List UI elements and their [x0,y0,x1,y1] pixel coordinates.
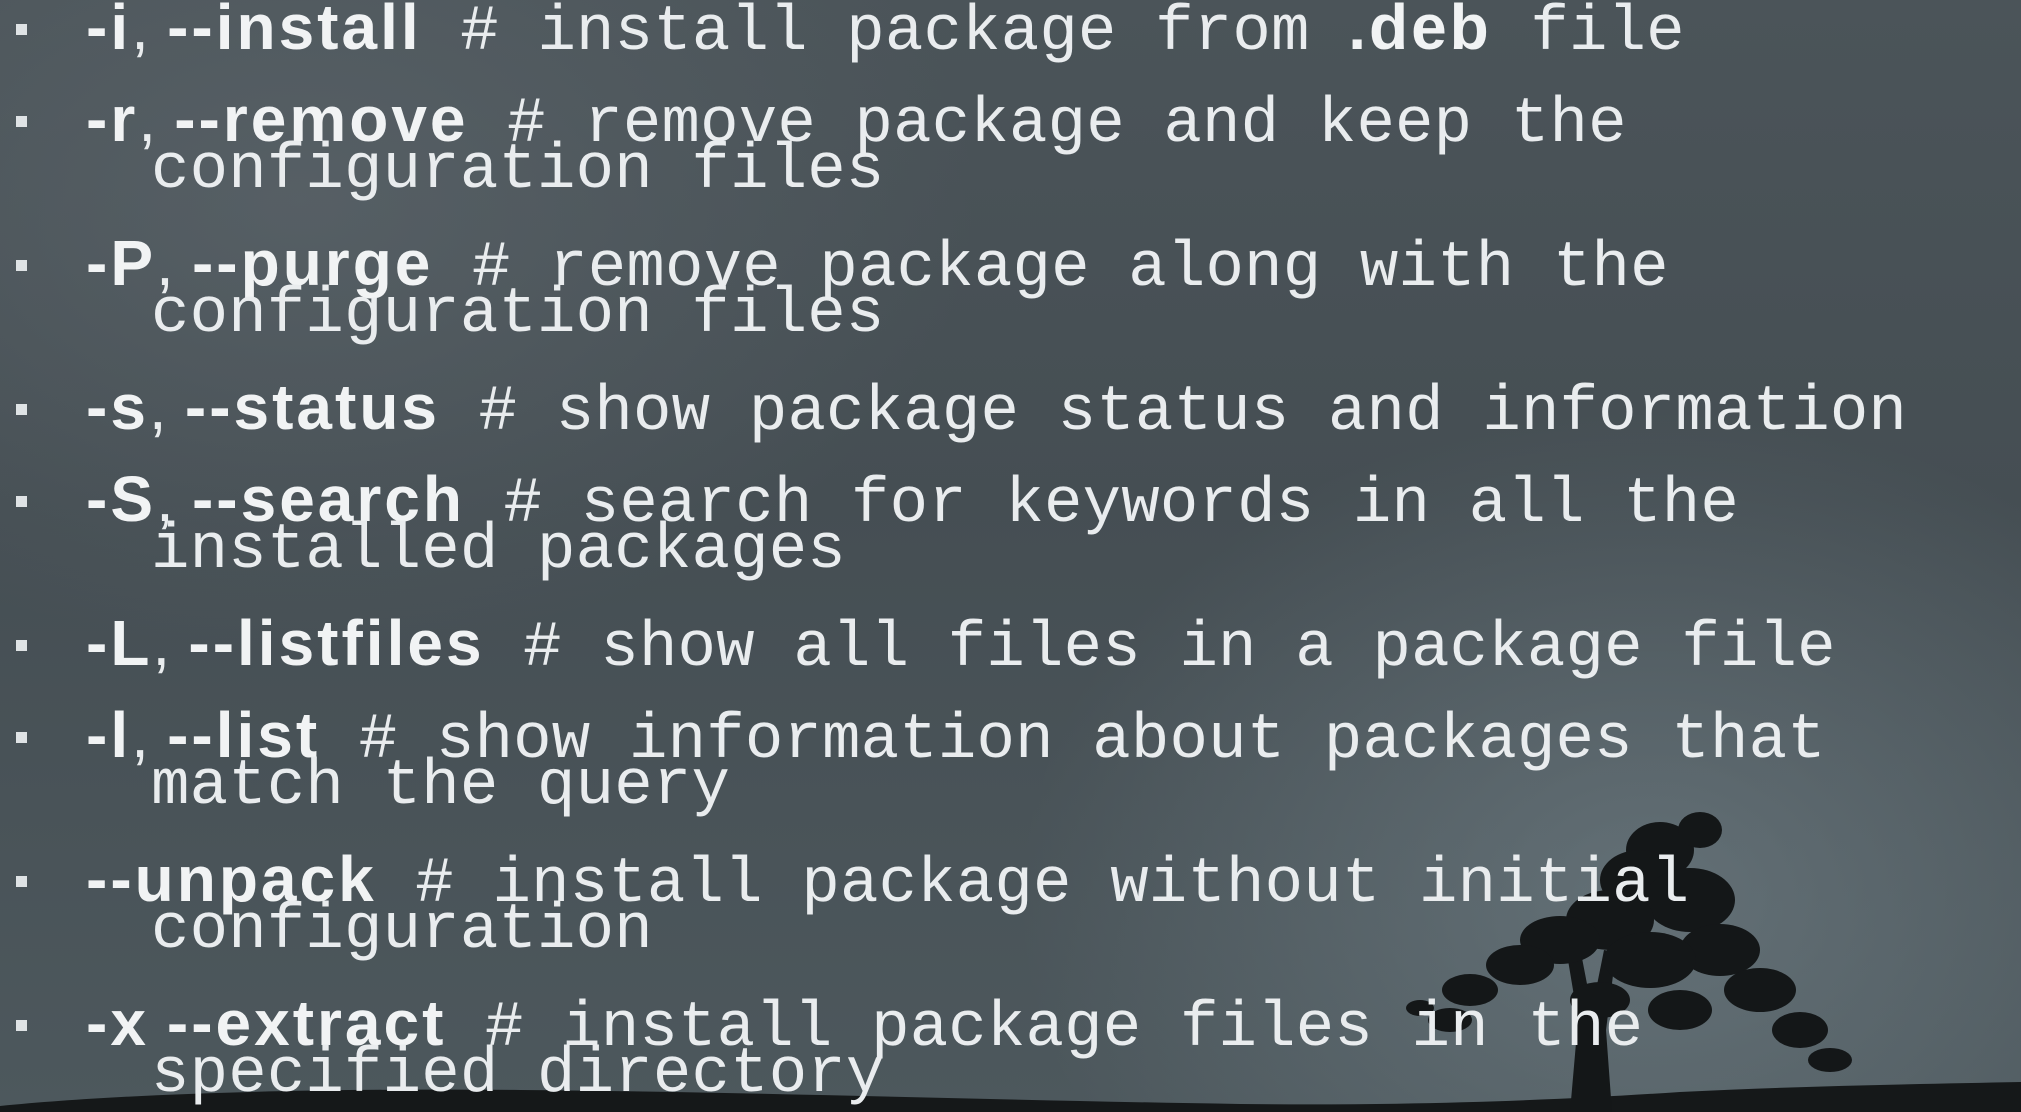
long-flag: --listfiles [188,607,485,679]
bullet-square-icon [16,116,27,127]
long-flag: --install [167,0,422,63]
description-continuation: configuration files [151,279,885,351]
description-continuation: configuration [151,895,653,967]
long-flag: --status [184,371,440,443]
flag-separator: , [152,607,189,679]
short-flag: -S [86,463,156,535]
short-flag: -x [86,987,149,1059]
list-item: -S, --search # search for keywords in al… [0,467,2021,612]
list-item: -l, --list # show information about pack… [0,703,2021,848]
bullet-square-icon [16,260,27,271]
bullet-square-icon [16,876,27,887]
short-flag: -P [86,227,156,299]
description-suffix: file [1491,0,1685,69]
list-item: --unpack # install package without initi… [0,847,2021,992]
bullet-square-icon [16,732,27,743]
description-continuation: installed packages [151,515,846,587]
list-item: -r, --remove # remove package and keep t… [0,87,2021,232]
short-flag: -l [86,699,132,771]
short-flag: -r [86,83,139,155]
file-extension: .deb [1348,0,1492,63]
item-line: -L, --listfiles # show all files in a pa… [86,611,1836,681]
short-flag: -i [86,0,132,63]
bullet-square-icon [16,496,27,507]
bullet-square-icon [16,1020,27,1031]
description: # show package status and information [440,377,1908,449]
item-line: -i, --install # install package from .de… [86,0,1685,65]
item-line: -s, --status # show package status and i… [86,375,1907,445]
short-flag: -L [86,607,153,679]
description-continuation: configuration files [151,135,885,207]
bullet-square-icon [16,24,27,35]
bullet-square-icon [16,404,27,415]
list-item: -P, --purge # remove package along with … [0,231,2021,376]
flag-separator: , [131,0,168,63]
bullet-square-icon [16,640,27,651]
description-continuation: specified directory [151,1039,885,1111]
list-item: -x --extract # install package files in … [0,991,2021,1112]
description: # show all files in a package file [484,613,1836,685]
description: # install package from [421,0,1349,69]
slide: -i, --install # install package from .de… [0,0,2021,1112]
flag-separator: , [148,371,185,443]
short-flag: -s [86,371,149,443]
description-continuation: match the query [151,751,731,823]
